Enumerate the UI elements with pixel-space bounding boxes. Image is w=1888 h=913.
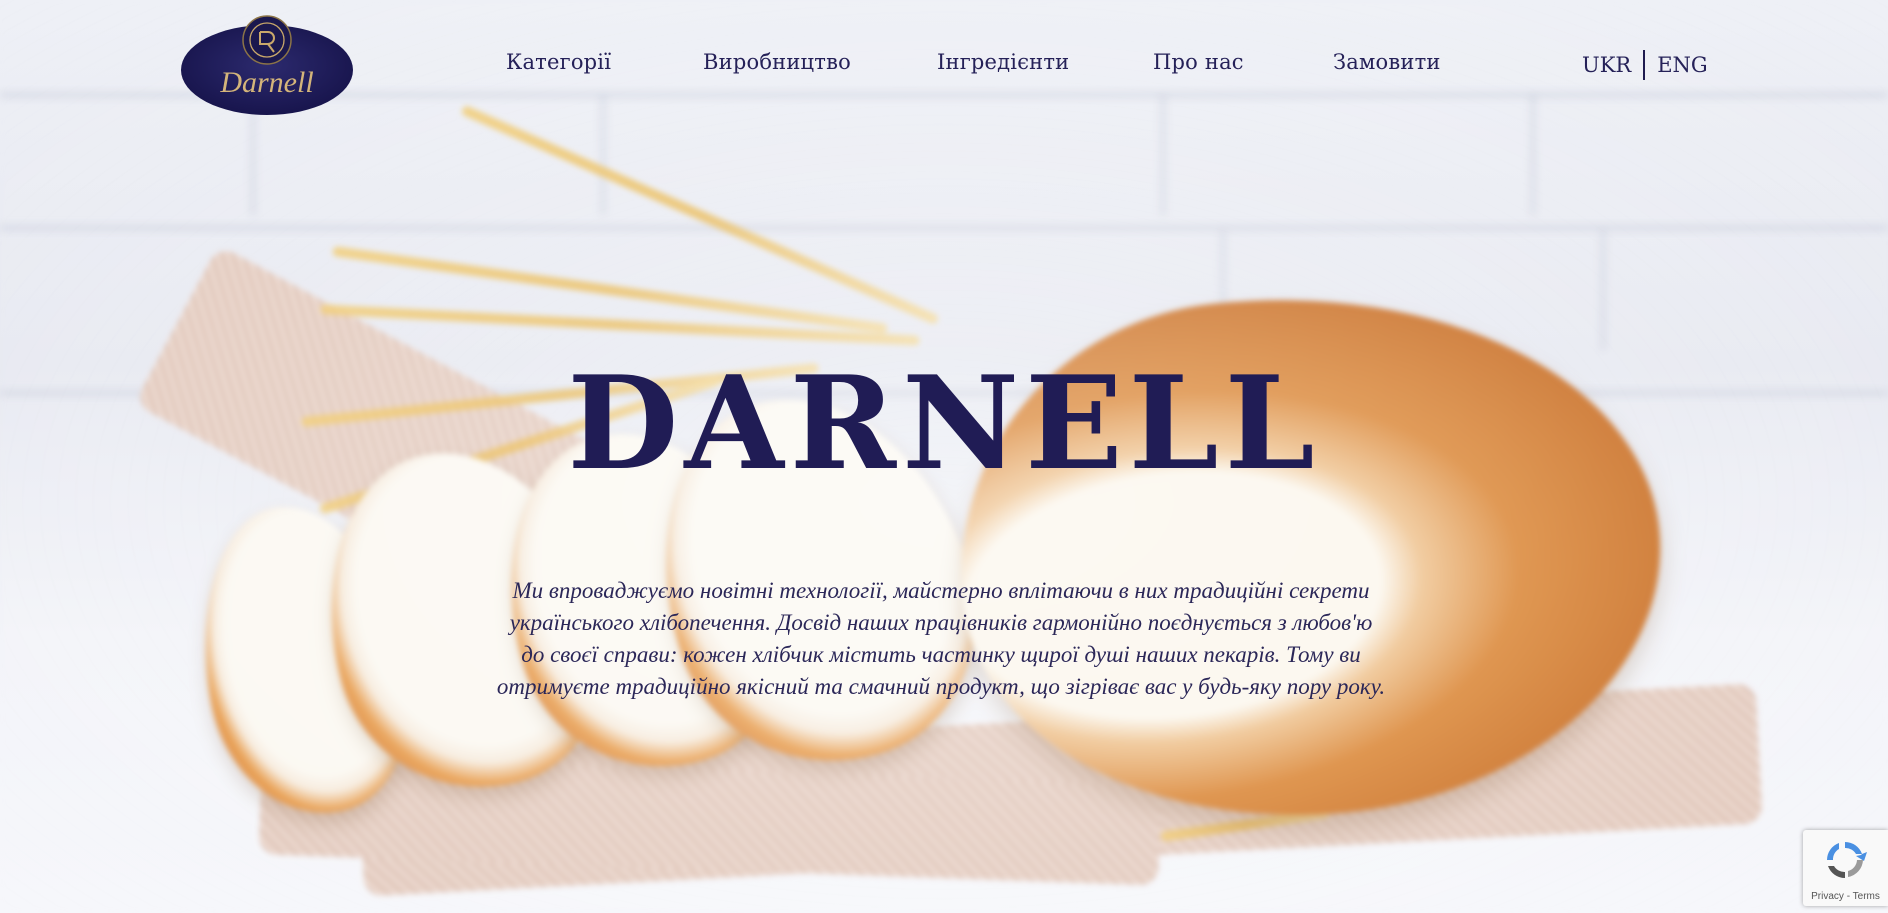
hero-description-line: українського хлібопечення. Досвід наших … — [509, 610, 1373, 635]
recaptcha-privacy-link[interactable]: Privacy — [1811, 891, 1844, 902]
recaptcha-badge[interactable]: Privacy - Terms — [1803, 830, 1888, 906]
recaptcha-icon — [1827, 842, 1867, 878]
recaptcha-links: Privacy - Terms — [1803, 891, 1888, 902]
lang-divider — [1643, 50, 1646, 80]
hero-description: Ми впроваджуємо новітні технології, майс… — [466, 575, 1416, 703]
nav-item-categories[interactable]: Категорії — [506, 50, 611, 74]
hero-description-line: до своєї справи: кожен хлібчик містить ч… — [521, 642, 1361, 667]
language-switcher: UKR ENG — [1582, 50, 1708, 80]
nav-item-about[interactable]: Про нас — [1153, 50, 1244, 74]
nav-item-ingredients[interactable]: Інгредієнти — [937, 50, 1069, 74]
hero-description-line: отримуєте традиційно якісний та смачний … — [496, 674, 1386, 699]
site-header: Darnell Категорії Виробництво Інгредієнт… — [0, 0, 1888, 130]
nav-item-production[interactable]: Виробництво — [703, 50, 851, 74]
hero-description-line: Ми впроваджуємо новітні технології, майс… — [512, 578, 1370, 603]
recaptcha-terms-link[interactable]: Terms — [1853, 891, 1880, 902]
nav-item-order[interactable]: Замовити — [1333, 50, 1441, 74]
lang-eng-link[interactable]: ENG — [1657, 53, 1707, 77]
hero-title: DARNELL — [567, 349, 1321, 499]
recaptcha-separator: - — [1843, 891, 1853, 902]
lang-ukr-link[interactable]: UKR — [1582, 53, 1631, 77]
